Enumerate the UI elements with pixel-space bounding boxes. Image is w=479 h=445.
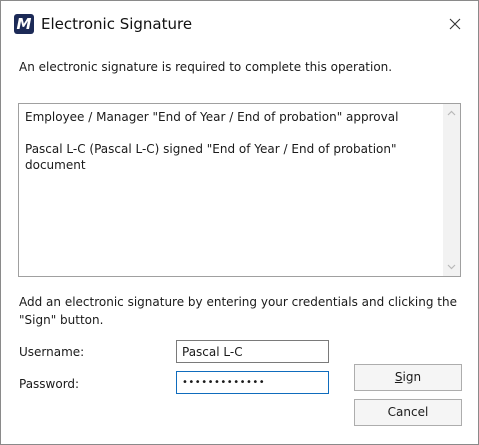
chevron-down-icon[interactable] bbox=[447, 262, 456, 271]
username-field[interactable] bbox=[176, 340, 329, 363]
close-button[interactable] bbox=[432, 1, 478, 47]
message-content: Employee / Manager "End of Year / End of… bbox=[25, 109, 435, 173]
password-field[interactable] bbox=[176, 371, 329, 394]
chevron-up-icon[interactable] bbox=[447, 109, 456, 118]
message-line-approval: Employee / Manager "End of Year / End of… bbox=[25, 110, 399, 124]
intro-text: An electronic signature is required to c… bbox=[19, 60, 393, 74]
sign-label-mnemonic: S bbox=[394, 370, 403, 384]
password-label: Password: bbox=[19, 377, 80, 391]
cancel-button[interactable]: Cancel bbox=[354, 399, 462, 426]
window-title: Electronic Signature bbox=[41, 15, 193, 33]
sign-label-rest: ign bbox=[402, 370, 422, 384]
message-line-signed: Pascal L-C (Pascal L-C) signed "End of Y… bbox=[25, 142, 397, 172]
instruction-text: Add an electronic signature by entering … bbox=[19, 295, 457, 327]
vertical-scrollbar[interactable] bbox=[443, 104, 460, 276]
app-logo-icon: M bbox=[14, 14, 34, 34]
signature-dialog: M Electronic Signature An electronic sig… bbox=[0, 0, 479, 445]
operation-message-box[interactable]: Employee / Manager "End of Year / End of… bbox=[18, 103, 461, 277]
close-icon bbox=[449, 18, 461, 30]
title-bar: M Electronic Signature bbox=[1, 1, 478, 47]
sign-button[interactable]: Sign bbox=[354, 364, 462, 391]
username-label: Username: bbox=[19, 345, 85, 359]
